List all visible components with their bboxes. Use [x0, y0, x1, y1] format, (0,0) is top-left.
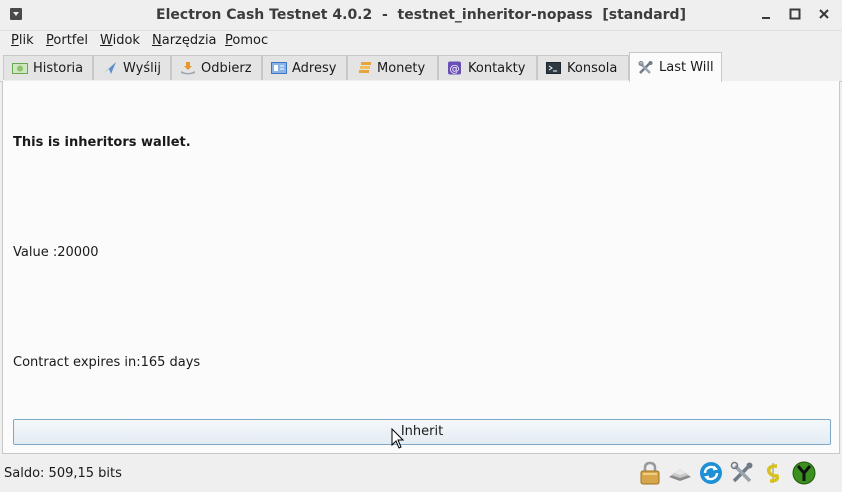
status-bar: Saldo: 509,15 bits [0, 455, 842, 492]
title-bar[interactable]: Electron Cash Testnet 4.0.2 - testnet_in… [0, 0, 842, 31]
sync-icon[interactable] [699, 461, 723, 485]
receive-icon [180, 61, 196, 75]
lock-icon[interactable] [638, 461, 662, 485]
mouse-cursor-icon [391, 427, 405, 450]
tab-bar: Historia Wyślij Odbierz Adresy Monety @ … [0, 52, 842, 82]
tab-konsola[interactable]: Konsola [537, 55, 629, 80]
minimize-icon[interactable] [758, 6, 774, 22]
menu-narzedzia[interactable]: Narzędzia [152, 33, 217, 48]
tools-icon [638, 60, 654, 75]
window-title: Electron Cash Testnet 4.0.2 - testnet_in… [156, 7, 686, 23]
menu-pomoc[interactable]: Pomoc [225, 33, 268, 48]
tab-adresy[interactable]: Adresy [262, 55, 347, 80]
menu-narzedzia-label: arzędzia [161, 33, 217, 48]
preferences-icon[interactable] [730, 461, 754, 485]
tab-monety[interactable]: Monety [347, 55, 438, 80]
addresses-icon [271, 61, 287, 75]
tab-wyslij[interactable]: Wyślij [93, 55, 171, 80]
menu-plik-accel: P [11, 33, 19, 48]
menu-plik[interactable]: Plik [11, 33, 34, 48]
contacts-icon: @ [447, 61, 463, 75]
cashshuffle-icon[interactable] [761, 461, 785, 485]
close-icon[interactable] [816, 6, 832, 22]
console-icon [546, 61, 562, 75]
tab-konsola-label: Konsola [567, 60, 618, 76]
tab-historia[interactable]: Historia [3, 55, 93, 80]
svg-text:@: @ [450, 64, 460, 75]
contract-value: Value :20000 [13, 245, 99, 260]
menu-portfel[interactable]: Portfel [46, 33, 88, 48]
tab-wyslij-label: Wyślij [123, 60, 161, 76]
tab-historia-label: Historia [33, 60, 84, 76]
tab-kontakty-label: Kontakty [468, 60, 526, 76]
tab-monety-label: Monety [377, 60, 426, 76]
contract-expiry: Contract expires in:165 days [13, 355, 201, 370]
tab-odbierz-label: Odbierz [201, 60, 252, 76]
last-will-panel: This is inheritors wallet. Value :20000 … [2, 81, 840, 454]
menu-widok[interactable]: Widok [100, 33, 140, 48]
inheritor-heading: This is inheritors wallet. [13, 135, 191, 150]
menu-narzedzia-accel: N [152, 33, 162, 48]
inherit-button[interactable]: Inherit [13, 419, 831, 445]
menu-widok-label: idok [112, 33, 140, 48]
menu-plik-label: lik [18, 33, 34, 48]
balance-label: Saldo: 509,15 bits [4, 466, 122, 481]
seed-icon[interactable] [668, 461, 692, 485]
history-icon [12, 61, 28, 75]
menu-portfel-label: ortfel [53, 33, 88, 48]
tab-kontakty[interactable]: @ Kontakty [438, 55, 537, 80]
send-icon [102, 61, 118, 75]
tab-adresy-label: Adresy [292, 60, 337, 76]
maximize-icon[interactable] [787, 6, 803, 22]
tab-odbierz[interactable]: Odbierz [171, 55, 262, 80]
network-icon[interactable] [792, 461, 816, 485]
tab-last-will-label: Last Will [659, 60, 714, 75]
menu-pomoc-label: omoc [232, 33, 269, 48]
tab-last-will[interactable]: Last Will [629, 52, 722, 82]
coins-icon [356, 61, 372, 75]
menu-widok-accel: W [100, 33, 113, 48]
menu-bar: Plik Portfel Widok Narzędzia Pomoc [0, 30, 842, 52]
